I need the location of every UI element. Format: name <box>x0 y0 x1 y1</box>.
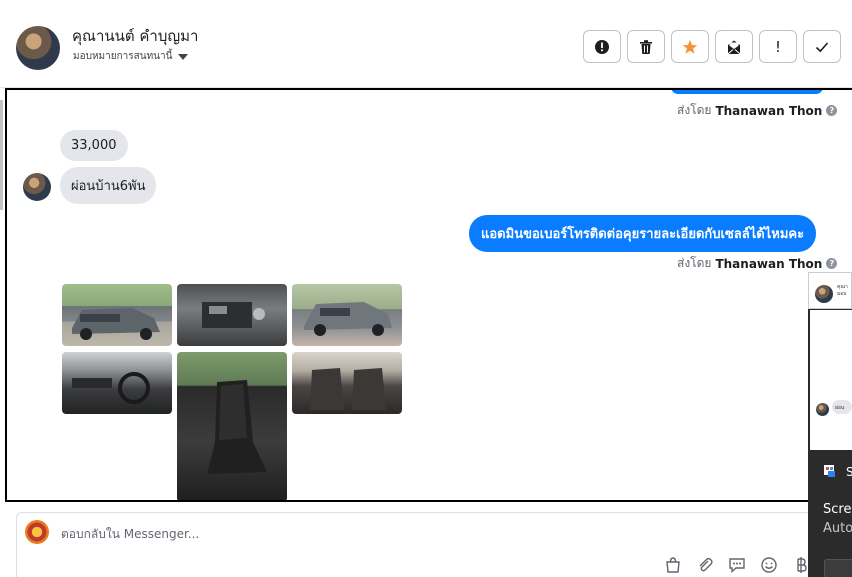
saved-reply-icon[interactable] <box>727 555 747 575</box>
reply-input[interactable] <box>61 527 561 541</box>
done-button[interactable] <box>803 30 841 63</box>
mini-sub: มอบ <box>837 291 847 297</box>
contact-avatar[interactable] <box>16 26 60 70</box>
overlay-title: Scree <box>823 502 852 517</box>
mini-avatar <box>815 285 833 303</box>
overlay-preview-header: คุณา มอบ <box>808 272 852 309</box>
mark-unread-button[interactable] <box>715 30 753 63</box>
truck-image <box>72 308 160 340</box>
star-icon <box>682 39 698 54</box>
page-avatar <box>25 520 49 544</box>
check-icon <box>815 41 829 52</box>
mini-name: คุณา <box>837 284 848 290</box>
inbox-page: คุณานนต์ คำบุญมา มอบหมายการสนทนานี้ ! ส่… <box>0 0 852 577</box>
assign-dropdown[interactable]: มอบหมายการสนทนานี้ <box>73 49 189 64</box>
emoji-icon[interactable] <box>759 555 779 575</box>
truck-side-image <box>304 302 392 336</box>
photo-truck-side[interactable] <box>292 284 402 346</box>
sent-by-prefix: ส่งโดย <box>677 103 712 117</box>
help-icon[interactable]: ? <box>826 105 838 116</box>
snip-tool-icon <box>824 465 835 477</box>
composer-toolbar <box>663 555 811 575</box>
left-scrollbar[interactable] <box>0 100 3 210</box>
mini-avatar <box>816 403 829 416</box>
mark-unread-icon <box>727 40 741 54</box>
photo-truck-front[interactable] <box>62 284 172 346</box>
delete-button[interactable] <box>627 30 665 63</box>
photo-rear-seats[interactable] <box>292 352 402 414</box>
reply-composer <box>16 512 816 577</box>
paperclip-icon[interactable] <box>695 555 715 575</box>
header-actions: ! <box>583 30 841 63</box>
mini-bubble: ผ่อน <box>832 400 852 414</box>
assign-label: มอบหมายการสนทนานี้ <box>73 51 173 62</box>
sent-by-prefix: ส่งโดย <box>677 256 712 270</box>
help-icon[interactable]: ? <box>826 258 838 269</box>
star-button[interactable] <box>671 30 709 63</box>
sent-by-label: ส่งโดย Thanawan Thon ? <box>677 254 838 273</box>
overlay-button[interactable] <box>824 559 852 577</box>
photo-engine-bay[interactable] <box>177 284 287 346</box>
exclamation-icon: ! <box>774 37 781 56</box>
dashboard-image <box>72 372 150 404</box>
photo-driver-seat[interactable] <box>177 352 287 500</box>
sender-avatar[interactable] <box>23 173 51 201</box>
trash-icon <box>640 39 652 54</box>
mini-header-text: คุณา มอบ <box>837 284 848 298</box>
overlay-subtitle: Auto <box>823 521 852 536</box>
incoming-message[interactable]: ผ่อนบ้าน6พัน <box>60 167 157 204</box>
spam-button[interactable] <box>583 30 621 63</box>
overlay-app-label: S <box>846 465 852 479</box>
engine-image <box>202 302 265 328</box>
sent-by-label: ส่งโดย Thanawan Thon ? <box>677 101 838 120</box>
conversation-header: คุณานนต์ คำบุญมา มอบหมายการสนทนานี้ ! <box>0 0 852 88</box>
sender-name: Thanawan Thon <box>715 256 823 271</box>
sender-name: Thanawan Thon <box>715 103 823 118</box>
previous-outgoing-bubble <box>671 90 823 94</box>
screenshot-overlay-window[interactable]: คุณา มอบ ผ่อน S Scree Auto <box>808 272 852 577</box>
outgoing-message[interactable]: แอดมินขอเบอร์โทรติดต่อคุยรายละเอียดกับเซ… <box>469 215 817 252</box>
follow-up-button[interactable]: ! <box>759 30 797 63</box>
alert-icon <box>595 39 609 54</box>
caret-down-icon <box>178 53 189 60</box>
incoming-message[interactable]: 33,000 <box>60 130 128 161</box>
photo-dashboard[interactable] <box>62 352 172 414</box>
overlay-preview-body: ผ่อน <box>810 310 852 450</box>
bag-icon[interactable] <box>663 555 683 575</box>
seat-image <box>207 380 267 474</box>
contact-name[interactable]: คุณานนต์ คำบุญมา <box>72 24 198 48</box>
rear-seat-image <box>310 368 386 410</box>
message-thread[interactable]: ส่งโดย Thanawan Thon ? 33,000 ผ่อนบ้าน6พ… <box>5 88 852 502</box>
